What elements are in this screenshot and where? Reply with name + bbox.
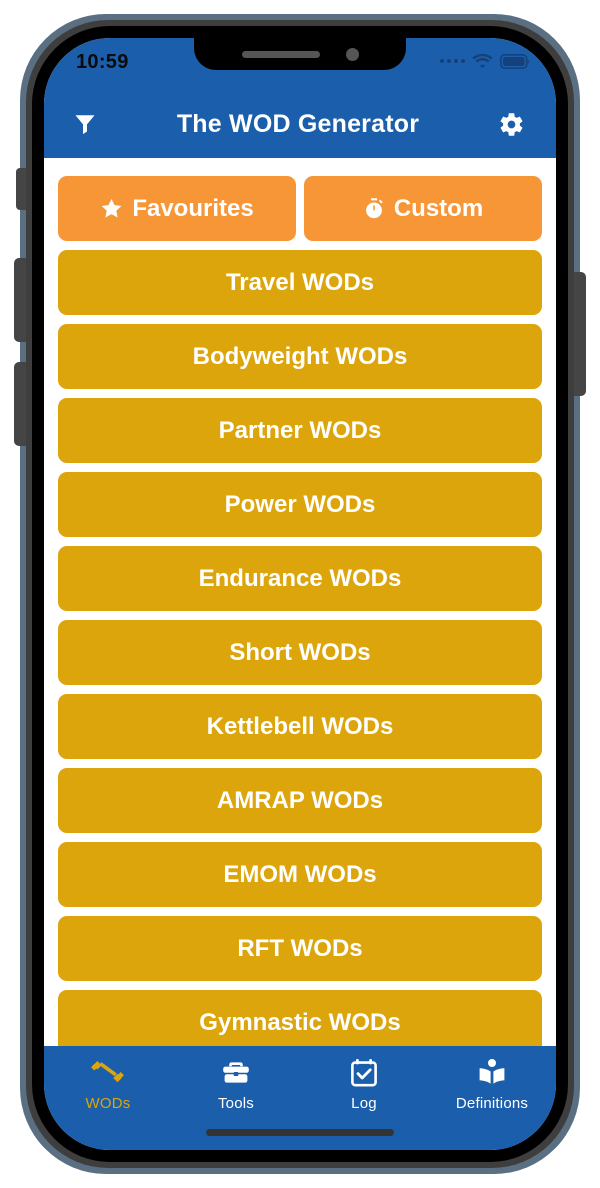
tab-log[interactable]: Log	[300, 1057, 428, 1112]
category-label: RFT WODs	[237, 934, 363, 962]
category-gymnastic-wods[interactable]: Gymnastic WODs	[58, 990, 542, 1046]
category-amrap-wods[interactable]: AMRAP WODs	[58, 768, 542, 833]
stopwatch-icon	[363, 197, 385, 220]
category-list[interactable]: Favourites Custom Travel WODs Bodyweight…	[44, 158, 556, 1046]
tab-definitions-label: Definitions	[455, 1095, 529, 1112]
category-endurance-wods[interactable]: Endurance WODs	[58, 546, 542, 611]
favourites-button[interactable]: Favourites	[58, 176, 296, 241]
category-label: Gymnastic WODs	[199, 1008, 401, 1036]
status-indicators	[440, 52, 530, 69]
volume-down-button[interactable]	[14, 362, 26, 446]
mute-switch-button[interactable]	[16, 168, 26, 210]
dumbbell-icon	[91, 1057, 125, 1088]
volume-up-button[interactable]	[14, 258, 26, 342]
category-label: Bodyweight WODs	[192, 342, 408, 370]
category-label: Endurance WODs	[198, 564, 402, 592]
home-indicator[interactable]	[206, 1129, 394, 1136]
app-header-region: 10:59 The WOD Generator	[44, 38, 556, 158]
filter-icon[interactable]	[66, 105, 104, 143]
phone-screen: 10:59 The WOD Generator Favourites Custo…	[44, 38, 556, 1150]
category-label: Short WODs	[229, 638, 371, 666]
category-label: AMRAP WODs	[216, 786, 384, 814]
category-rft-wods[interactable]: RFT WODs	[58, 916, 542, 981]
earpiece-speaker	[241, 50, 320, 58]
category-short-wods[interactable]: Short WODs	[58, 620, 542, 685]
tab-wods[interactable]: WODs	[44, 1057, 172, 1112]
toolbox-icon	[220, 1057, 252, 1088]
gear-icon[interactable]	[492, 105, 530, 143]
device-notch	[194, 38, 406, 70]
category-label: Partner WODs	[218, 416, 382, 444]
quick-actions-row: Favourites Custom	[58, 176, 542, 241]
tab-definitions[interactable]: Definitions	[428, 1057, 556, 1112]
favourites-label: Favourites	[132, 194, 254, 222]
category-travel-wods[interactable]: Travel WODs	[58, 250, 542, 315]
category-power-wods[interactable]: Power WODs	[58, 472, 542, 537]
front-camera-icon	[345, 47, 359, 61]
signal-dots-icon	[440, 59, 465, 63]
category-label: EMOM WODs	[223, 860, 377, 888]
open-book-icon	[477, 1057, 507, 1088]
battery-full-icon	[500, 53, 530, 69]
tab-wods-label: WODs	[85, 1095, 131, 1112]
power-button[interactable]	[574, 272, 586, 396]
category-bodyweight-wods[interactable]: Bodyweight WODs	[58, 324, 542, 389]
category-partner-wods[interactable]: Partner WODs	[58, 398, 542, 463]
calendar-check-icon	[350, 1057, 378, 1088]
tab-tools[interactable]: Tools	[172, 1057, 300, 1112]
tab-log-label: Log	[351, 1095, 377, 1112]
page-title: The WOD Generator	[176, 109, 420, 138]
category-label: Kettlebell WODs	[206, 712, 394, 740]
tab-tools-label: Tools	[217, 1095, 255, 1112]
wifi-icon	[472, 53, 493, 69]
custom-button[interactable]: Custom	[304, 176, 542, 241]
custom-label: Custom	[393, 194, 484, 222]
category-label: Power WODs	[224, 490, 376, 518]
category-emom-wods[interactable]: EMOM WODs	[58, 842, 542, 907]
category-kettlebell-wods[interactable]: Kettlebell WODs	[58, 694, 542, 759]
screenshot-stage: 10:59 The WOD Generator Favourites Custo…	[0, 0, 600, 1188]
app-navbar: The WOD Generator	[44, 90, 556, 158]
status-time: 10:59	[76, 51, 129, 73]
category-label: Travel WODs	[225, 268, 375, 296]
bottom-tab-bar: WODs Tools Log Definitions	[44, 1046, 556, 1150]
star-icon	[100, 197, 123, 220]
